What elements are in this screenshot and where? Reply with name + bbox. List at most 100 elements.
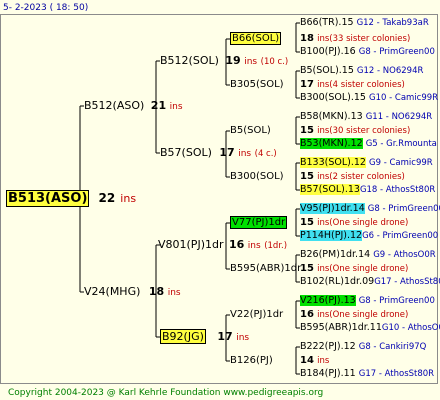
gen4-name: B300(SOL).15 [300,92,366,103]
gen4-item: B5(SOL).15 G12 - NO6294R [300,65,423,77]
gen2-a-num: 19 [225,54,241,67]
gen4-item: B222(PJ).12 G8 - Cankiri97Q [300,341,426,353]
gen4-name: V95(PJ)1dr.14 [300,203,365,214]
gen4-tag: G18 - AthosSt80R [359,185,436,195]
gen3-g-note: (One single drone) [329,310,409,320]
gen4-tag: G8 - Cankiri97Q [358,342,427,352]
root-num: 22 [98,191,116,205]
gen4-tag: G12 - Takab93aR [356,18,429,28]
gen3-d-note: (2 sister colonies) [329,172,405,182]
gen4-tag: G17 - AthosSt80R [358,369,435,379]
gen4-tag: G8 - PrimGreen00 [358,296,435,306]
gen3-h-node: B126(PJ) [230,355,273,367]
gen4-tag: G9 - Camic99R [369,158,433,168]
gen1-bottom-name: V24(MHG) [84,285,141,298]
gen4-item: B100(PJ).16 G8 - PrimGreen00 [300,46,435,58]
gen4-tag: G10 - Camic99R [369,93,439,103]
gen4-name: B57(SOL).13 [300,184,360,195]
gen4-name: B26(PM)1dr.14 [300,249,371,260]
gen3-d-num: 15 [300,171,314,182]
gen4-item: B26(PM)1dr.14 G9 - AthosO0R [300,249,436,261]
gen2-c-ins: ins [247,241,261,251]
gen4-item: V216(PJ).13 G8 - PrimGreen00 [300,295,435,307]
gen1-top-name: B512(ASO) [84,99,145,112]
gen3-d-node: B300(SOL) [230,171,284,183]
gen4-item: B184(PJ).11 G17 - AthosSt80R [300,368,434,380]
gen3-f-num: 15 [300,263,314,274]
gen3-c-ins: ins [317,126,330,136]
gen3-d-info: 15 ins(2 sister colonies) [300,171,405,183]
gen4-tag: G8 - PrimGreen00 [367,204,440,214]
gen3-g-info: 16 ins(One single drone) [300,309,408,321]
gen4-item: B595(ABR)1dr.11G10 - AthosO0R [300,322,440,334]
gen3-c-info: 15 ins(30 sister colonies) [300,125,410,137]
gen3-f-note: (One single drone) [329,264,409,274]
gen3-e-note: (One single drone) [329,218,409,228]
gen2-b-ins: ins [238,149,252,159]
gen2-c-node: V801(PJ)1dr 16 ins (1dr.) [158,239,287,252]
gen4-tag: G12 - NO6294R [356,66,424,76]
gen2-d-num: 17 [217,330,233,343]
gen4-name: V216(PJ).13 [300,295,356,306]
gen4-name: B102(RL)1dr.09 [300,276,375,287]
copyright-footer: Copyright 2004-2023 @ Karl Kehrle Founda… [8,388,324,398]
gen3-a-info: 18 ins(33 sister colonies) [300,33,410,45]
gen3-e-ins: ins [317,218,330,228]
gen2-d-node: B92(JG) 17 ins [160,329,250,344]
gen2-c-num: 16 [228,238,245,251]
gen3-e-info: 15 ins(One single drone) [300,217,408,229]
gen3-h-info: 14 ins [300,355,329,367]
gen3-b-num: 17 [300,79,314,90]
gen4-tag: G9 - AthosO0R [373,250,436,260]
gen3-g-num: 16 [300,309,314,320]
gen3-d-name: B300(SOL) [230,171,284,182]
gen4-name: B66(TR).15 [300,17,354,28]
gen3-b-info: 17 ins(4 sister colonies) [300,79,405,91]
gen4-item: B102(RL)1dr.09G17 - AthosSt80R [300,276,440,288]
root-name: B513(ASO) [6,190,90,207]
gen4-name: B133(SOL).12 [300,157,366,168]
gen3-f-ins: ins [317,264,330,274]
gen1-bottom-ins: ins [167,288,181,298]
pedigree-page: 5- 2-2023 ( 18: 50) B513(ASO) 22 ins B51… [0,0,440,400]
gen2-b-num: 17 [219,146,235,159]
gen2-d-ins: ins [236,333,250,343]
gen4-item: V95(PJ)1dr.14 G8 - PrimGreen00 [300,203,440,215]
gen4-name: B5(SOL).15 [300,65,354,76]
gen3-a-note: (33 sister colonies) [329,34,411,44]
gen3-a-name: B66(SOL) [230,32,282,45]
gen2-a-note: (10 c.) [260,57,289,67]
gen3-f-node: B595(ABR)1dr [230,263,301,275]
gen2-b-node: B57(SOL) 17 ins (4 c.) [160,147,277,160]
gen2-a-name: B512(SOL) [160,54,219,67]
gen4-name: P114H(PJ).12 [300,230,363,241]
gen1-bottom-num: 18 [148,285,165,298]
gen2-d-name: B92(JG) [160,329,206,344]
gen4-name: B222(PJ).12 [300,341,356,352]
gen2-c-name: V801(PJ)1dr [158,238,224,251]
gen4-name: B53(MKN).12 [300,138,363,149]
gen3-c-node: B5(SOL) [230,125,271,137]
gen3-d-ins: ins [317,172,330,182]
gen3-f-name: B595(ABR)1dr [230,263,302,274]
root-ins: ins [120,192,137,205]
gen4-tag: G11 - NO6294R [365,112,433,122]
gen3-a-ins: ins [317,34,330,44]
gen3-h-ins: ins [317,356,330,366]
gen4-item: B53(MKN).12 G5 - Gr.Rmounta [300,138,437,150]
gen2-a-node: B512(SOL) 19 ins (10 c.) [160,55,288,68]
gen3-a-num: 18 [300,33,314,44]
gen1-bottom-node: V24(MHG) 18 ins [84,286,181,299]
gen4-name: B184(PJ).11 [300,368,356,379]
gen4-item: B58(MKN).13 G11 - NO6294R [300,111,432,123]
gen3-c-num: 15 [300,125,314,136]
gen3-b-ins: ins [317,80,330,90]
gen4-name: B100(PJ).16 [300,46,356,57]
gen2-b-note: (4 c.) [254,149,277,159]
gen2-c-note: (1dr.) [264,241,288,251]
root-node: B513(ASO) 22 ins [6,190,137,207]
gen3-h-name: B126(PJ) [230,355,273,366]
gen4-name: B58(MKN).13 [300,111,363,122]
gen3-h-num: 14 [300,355,314,366]
gen4-item: P114H(PJ).12G6 - PrimGreen00 [300,230,438,242]
